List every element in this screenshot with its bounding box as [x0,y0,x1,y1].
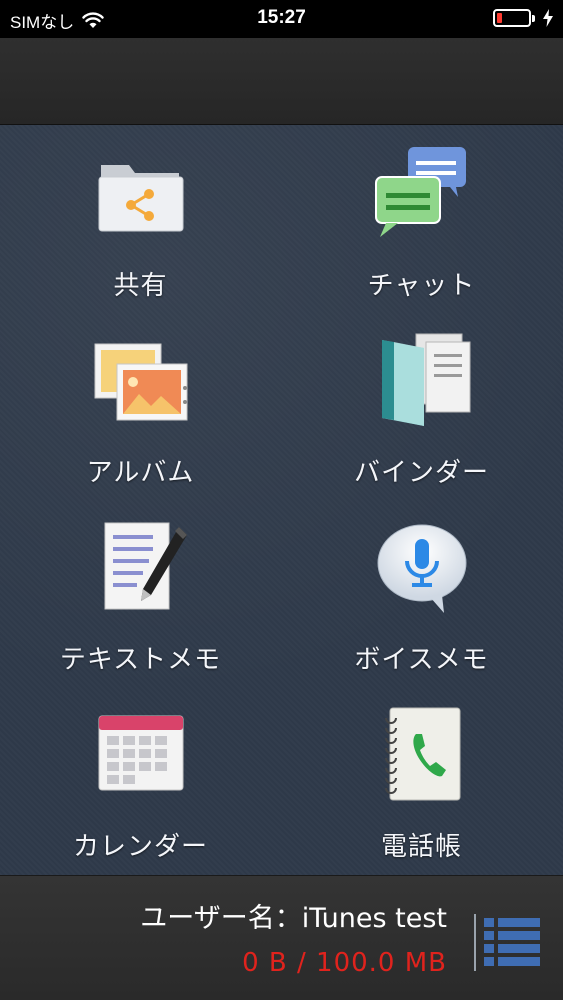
navigation-bar [0,38,563,125]
user-name-label: ユーザー名：iTunes test [140,903,447,934]
battery-level [497,13,502,23]
status-right [493,9,553,27]
storage-usage: 0 B / 100.0 MB [242,948,447,978]
tile-label: バインダー [353,458,489,488]
tile-label: チャット [367,271,476,301]
footer-bar: ユーザー名：iTunes test 0 B / 100.0 MB [0,875,563,1000]
divider [474,914,476,971]
chat-bubbles-icon [372,143,472,243]
phonebook-icon [372,704,472,804]
status-bar: SIMなし 15:27 [0,0,563,38]
charging-bolt-icon [543,9,553,27]
tile-album[interactable]: アルバム [0,312,281,499]
tile-label: 共有 [113,271,168,301]
tile-label: アルバム [86,458,195,488]
battery-icon [493,9,535,27]
tile-calendar[interactable]: カレンダー [0,686,281,873]
text-memo-icon [91,517,191,617]
tile-voice-memo[interactable]: ボイスメモ [281,499,562,686]
shared-folder-icon [91,143,191,243]
tile-chat[interactable]: チャット [281,125,562,312]
calendar-icon [91,704,191,804]
tile-label: ボイスメモ [354,645,489,675]
app-grid: 共有 チャット アルバム バインダー テキストメモ ボイスメモ カレンダー 電話… [0,125,563,875]
tile-label: テキストメモ [59,645,222,675]
tile-shared[interactable]: 共有 [0,125,281,312]
status-time: 15:27 [257,7,306,28]
photo-album-icon [91,330,191,430]
binder-icon [372,330,472,430]
list-menu-icon [484,918,540,966]
tile-label: 電話帳 [380,832,462,862]
list-menu-button[interactable] [480,914,544,968]
tile-binder[interactable]: バインダー [281,312,562,499]
tile-label: カレンダー [72,832,208,862]
voice-memo-icon [372,517,472,617]
tile-text-memo[interactable]: テキストメモ [0,499,281,686]
tile-phonebook[interactable]: 電話帳 [281,686,562,873]
